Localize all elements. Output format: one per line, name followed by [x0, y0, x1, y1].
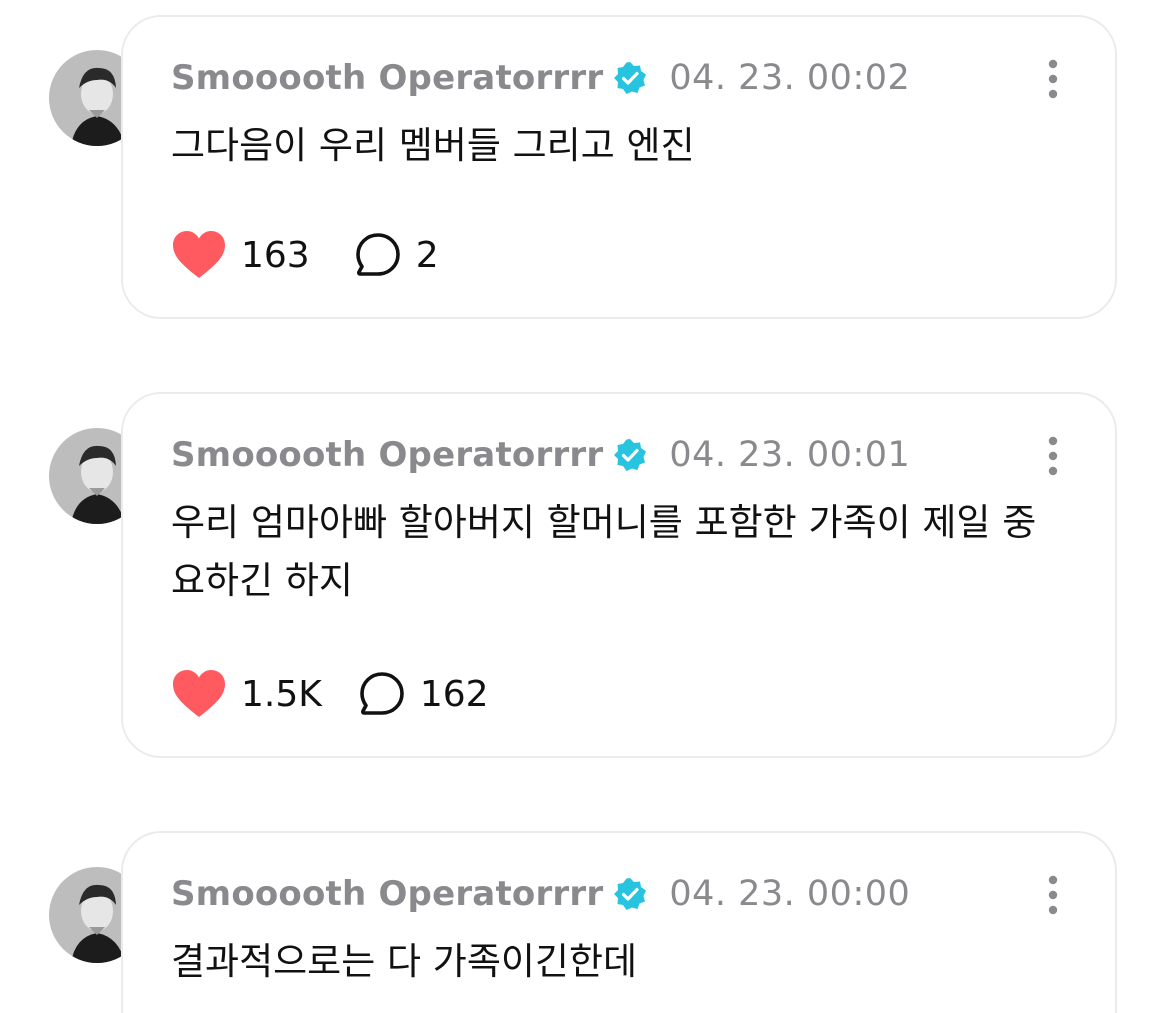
- post-header: Smooooth Operatorrrr 04. 23. 00:01: [171, 430, 910, 480]
- post-timestamp: 04. 23. 00:00: [669, 874, 911, 914]
- post-timestamp: 04. 23. 00:02: [669, 58, 911, 98]
- author-name[interactable]: Smooooth Operatorrrr: [171, 435, 603, 475]
- post-actions: 163 2: [171, 225, 439, 285]
- like-count: 163: [241, 234, 310, 276]
- post-timestamp: 04. 23. 00:01: [669, 435, 911, 475]
- author-name[interactable]: Smooooth Operatorrrr: [171, 874, 603, 914]
- post-actions: 1.5K 162: [171, 664, 489, 724]
- speech-bubble-icon[interactable]: [354, 231, 402, 279]
- post-container[interactable]: Smooooth Operatorrrr 04. 23. 00:01 우리 엄마…: [121, 392, 1117, 758]
- post-text: 결과적으로는 다 가족이긴한데: [171, 940, 638, 983]
- vertical-ellipsis-icon[interactable]: [1046, 875, 1060, 915]
- reply-count: 162: [419, 673, 489, 715]
- like-count: 1.5K: [241, 673, 322, 715]
- reply-count: 2: [415, 234, 439, 276]
- vertical-ellipsis-icon[interactable]: [1046, 436, 1060, 476]
- post-text: 그다음이 우리 멤버들 그리고 엔진: [171, 124, 695, 167]
- speech-bubble-icon[interactable]: [358, 670, 406, 718]
- heart-icon[interactable]: [171, 669, 227, 719]
- post-container[interactable]: Smooooth Operatorrrr 04. 23. 00:00 결과적으로…: [121, 831, 1117, 1013]
- verified-badge-icon: [614, 878, 647, 910]
- post-header: Smooooth Operatorrrr 04. 23. 00:02: [171, 53, 910, 103]
- post-text: 우리 엄마아빠 할아버지 할머니를 포함한 가족이 제일 중요하긴 하지: [171, 501, 1037, 602]
- vertical-ellipsis-icon[interactable]: [1046, 59, 1060, 99]
- post-header: Smooooth Operatorrrr 04. 23. 00:00: [171, 869, 910, 919]
- verified-badge-icon: [614, 62, 647, 94]
- post-container[interactable]: Smooooth Operatorrrr 04. 23. 00:02 그다음이 …: [121, 15, 1117, 319]
- verified-badge-icon: [614, 439, 647, 471]
- author-name[interactable]: Smooooth Operatorrrr: [171, 58, 603, 98]
- heart-icon[interactable]: [171, 230, 227, 280]
